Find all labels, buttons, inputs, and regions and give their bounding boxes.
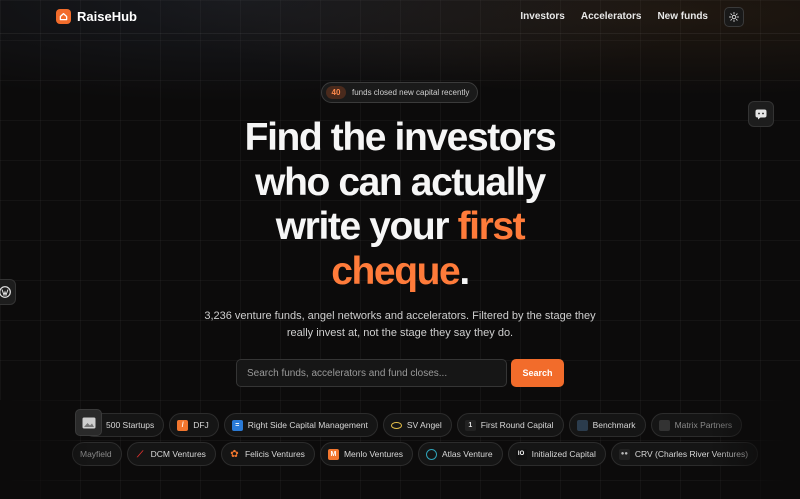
headline-period: .	[459, 249, 470, 293]
chip-label: Right Side Capital Management	[247, 420, 368, 430]
brand-name: RaiseHub	[77, 9, 137, 24]
dcm-logo-icon: ⟋	[137, 448, 144, 459]
chip-right-side-capital[interactable]: = Right Side Capital Management	[223, 413, 378, 437]
raisehub-logo-icon	[56, 9, 71, 24]
chat-icon	[755, 109, 767, 119]
chip-atlas-venture[interactable]: Atlas Venture	[418, 442, 503, 466]
chip-dcm-ventures[interactable]: ⟋ DCM Ventures	[126, 442, 216, 466]
chip-label: Felicis Ventures	[244, 449, 305, 459]
nav-investors[interactable]: Investors	[520, 11, 564, 22]
chip-label: DCM Ventures	[150, 449, 206, 459]
brand[interactable]: RaiseHub	[56, 9, 137, 24]
first-round-logo-icon: 1	[464, 419, 476, 431]
menlo-logo-icon: M	[327, 448, 339, 460]
nav-new-funds[interactable]: New funds	[657, 11, 708, 22]
investor-chips-row-1: 500 Startups / DFJ = Right Side Capital …	[0, 413, 800, 437]
chip-label: DFJ	[193, 420, 209, 430]
chip-matrix-partners[interactable]: Matrix Partners	[650, 413, 743, 437]
chip-label: Atlas Venture	[442, 449, 493, 459]
theme-toggle-button[interactable]	[724, 6, 744, 27]
chip-benchmark[interactable]: Benchmark	[568, 413, 646, 437]
headline-accent-first: first	[457, 205, 526, 248]
wordpress-button[interactable]	[0, 279, 16, 305]
sv-angel-logo-icon	[390, 421, 402, 429]
chip-menlo-ventures[interactable]: M Menlo Ventures	[319, 442, 414, 466]
recent-closes-text: funds closed new capital recently	[352, 88, 470, 97]
wordpress-icon	[0, 286, 11, 298]
chip-label: Mayfield	[80, 449, 112, 459]
chip-label: SV Angel	[406, 420, 442, 430]
headline-line-2: who can actually	[255, 160, 546, 204]
chip-label: First Round Capital	[480, 420, 554, 430]
sun-icon	[729, 11, 739, 22]
nav-accelerators[interactable]: Accelerators	[581, 11, 642, 22]
chip-mayfield[interactable]: Mayfield	[72, 442, 122, 466]
search-button[interactable]: Search	[511, 359, 564, 387]
search-input[interactable]	[236, 359, 507, 387]
investor-chips-row-2: Mayfield ⟋ DCM Ventures ✿ Felicis Ventur…	[0, 442, 800, 466]
chip-label: 500 Startups	[106, 420, 155, 430]
initialized-logo-icon: IO	[515, 448, 527, 460]
hero-headline: Find the investors who can actually writ…	[200, 116, 600, 294]
image-icon[interactable]	[75, 409, 102, 436]
main-nav: Investors Accelerators New funds	[520, 6, 744, 27]
top-nav-bar: RaiseHub Investors Accelerators New fund…	[0, 0, 800, 34]
felicis-logo-icon: ✿	[230, 448, 239, 460]
chip-label: Initialized Capital	[531, 449, 596, 459]
crv-logo-icon: ●●	[618, 448, 630, 460]
benchmark-logo-icon	[576, 419, 588, 431]
chip-initialized-capital[interactable]: IO Initialized Capital	[507, 442, 606, 466]
chip-crv[interactable]: ●● CRV (Charles River Ventures)	[610, 442, 759, 466]
headline-line-3: write your	[275, 205, 458, 248]
chip-sv-angel[interactable]: SV Angel	[382, 413, 452, 437]
dfj-logo-icon: /	[177, 419, 189, 431]
matrix-logo-icon	[658, 419, 670, 431]
recent-closes-badge[interactable]: 40 funds closed new capital recently	[321, 82, 479, 103]
chip-label: CRV (Charles River Ventures)	[634, 449, 749, 459]
headline-line-1: Find the investors	[244, 116, 557, 159]
atlas-logo-icon	[426, 448, 438, 460]
chip-dfj[interactable]: / DFJ	[169, 413, 219, 437]
rscm-logo-icon: =	[231, 419, 243, 431]
chip-felicis-ventures[interactable]: ✿ Felicis Ventures	[220, 442, 315, 466]
chat-widget-button[interactable]	[748, 101, 774, 127]
chip-label: Menlo Ventures	[343, 449, 404, 459]
chip-label: Benchmark	[592, 420, 636, 430]
hero-subtitle: 3,236 venture funds, angel networks and …	[204, 310, 596, 339]
headline-accent-cheque: cheque	[331, 249, 461, 293]
chip-first-round[interactable]: 1 First Round Capital	[456, 413, 564, 437]
chip-label: Matrix Partners	[674, 420, 733, 430]
recent-closes-count: 40	[326, 86, 346, 99]
